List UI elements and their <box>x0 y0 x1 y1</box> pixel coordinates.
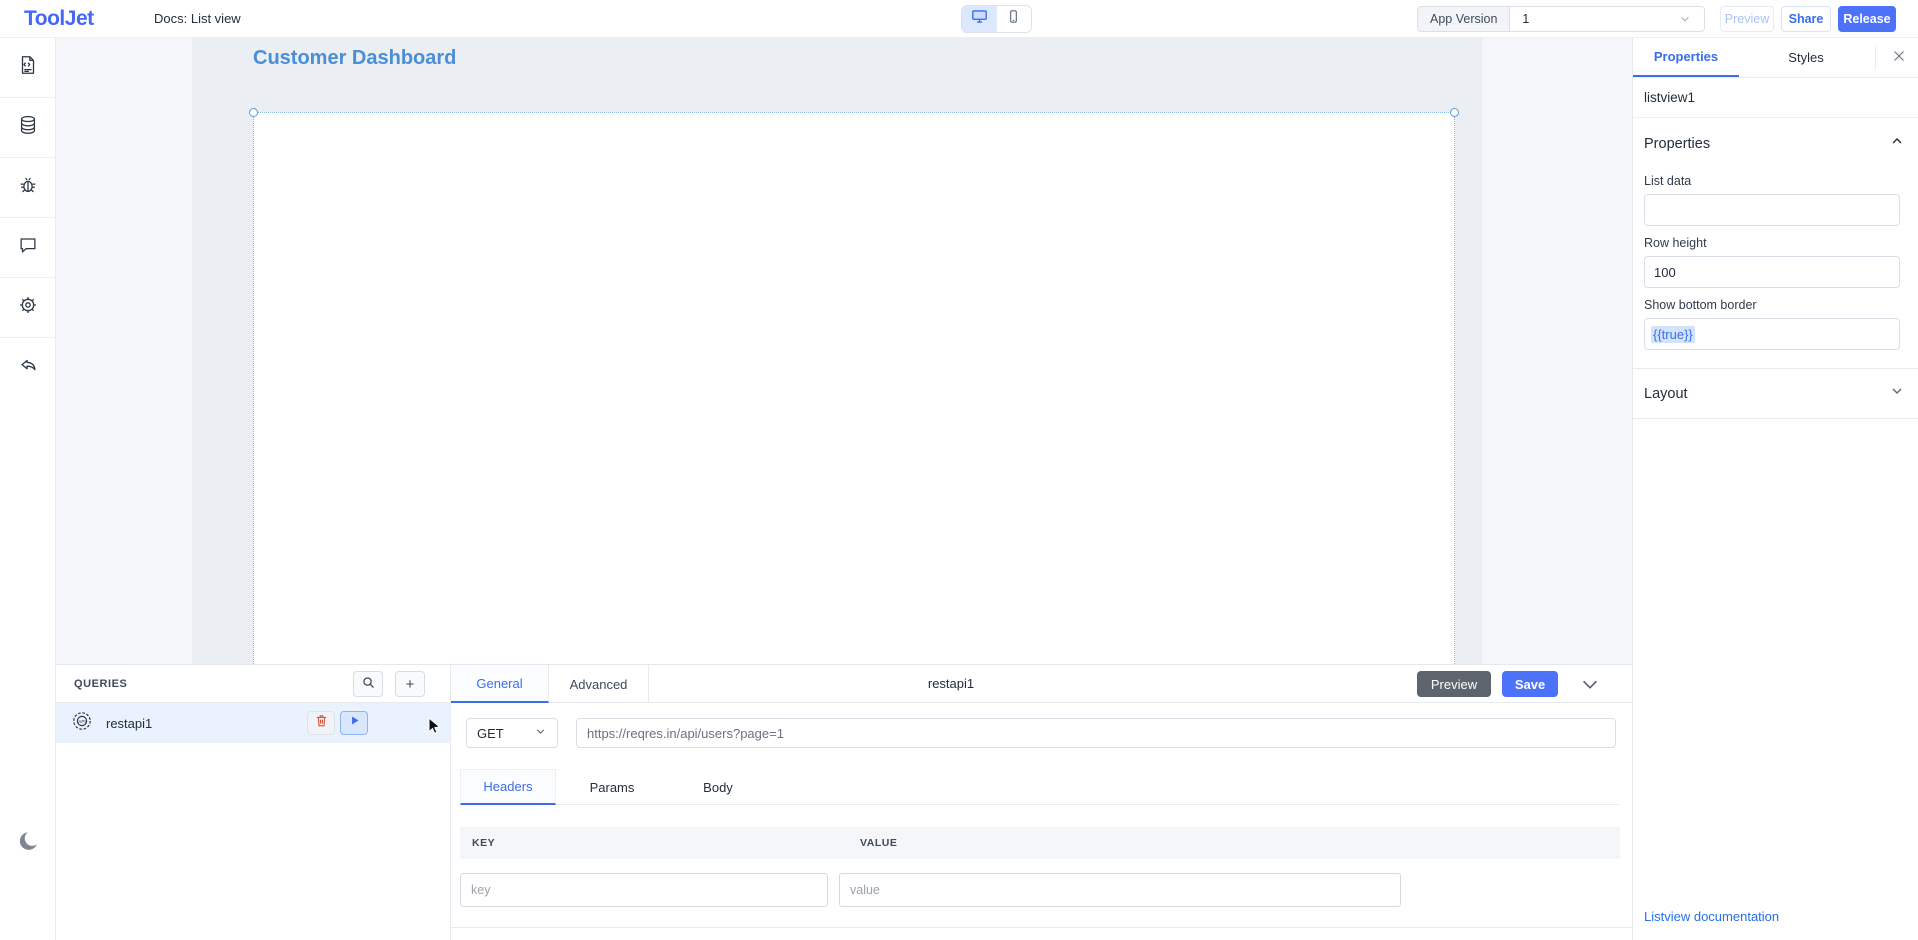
listview-widget-selected[interactable] <box>253 112 1455 664</box>
share-button[interactable]: Share <box>1781 6 1831 32</box>
desktop-mode-button[interactable] <box>962 6 997 32</box>
show-bottom-border-input[interactable]: {{true}} <box>1644 318 1900 350</box>
query-editor-tabbar: General Advanced restapi1 Preview Save <box>451 665 1632 703</box>
row-height-label: Row height <box>1644 236 1918 250</box>
http-method-select[interactable]: GET <box>466 718 558 748</box>
key-column-header: KEY <box>472 837 495 849</box>
tooljet-logo[interactable]: ToolJet <box>24 7 94 31</box>
editor-divider <box>451 927 1632 928</box>
tab-properties[interactable]: Properties <box>1633 38 1739 77</box>
widget-inspector-panel: Properties Styles listview1 Properties L… <box>1632 38 1918 940</box>
layout-section-title: Layout <box>1644 386 1688 402</box>
sidebar-item-leave-editor[interactable] <box>0 338 56 398</box>
query-name-label: restapi1 <box>106 716 152 731</box>
query-preview-button[interactable]: Preview <box>1417 671 1491 697</box>
header-key-input[interactable] <box>460 873 828 907</box>
query-list-panel: QUERIES + API restapi1 <box>56 665 451 940</box>
query-editor-name: restapi1 <box>928 676 974 691</box>
resize-handle-top-right[interactable] <box>1450 108 1459 117</box>
add-query-button[interactable]: + <box>395 671 425 697</box>
plus-icon: + <box>406 676 415 693</box>
selected-widget-name: listview1 <box>1644 90 1695 105</box>
chevron-down-icon <box>1889 383 1905 404</box>
close-icon[interactable] <box>1890 47 1908 70</box>
play-icon <box>348 714 361 732</box>
query-panel: QUERIES + API restapi1 <box>56 664 1632 940</box>
run-query-button[interactable] <box>340 711 368 735</box>
headers-table-header: KEY VALUE <box>460 827 1620 859</box>
app-version-label: App Version <box>1417 6 1509 32</box>
moon-icon <box>16 829 40 858</box>
bug-icon <box>17 174 39 201</box>
preview-button[interactable]: Preview <box>1720 6 1774 32</box>
svg-text:API: API <box>78 718 85 723</box>
tab-styles[interactable]: Styles <box>1739 38 1873 77</box>
sidebar-item-pages[interactable] <box>0 38 56 98</box>
top-header: ToolJet Docs: List view App Version 1 <box>0 0 1918 38</box>
gear-icon <box>17 294 39 321</box>
app-canvas[interactable]: Customer Dashboard <box>192 38 1482 664</box>
list-data-label: List data <box>1644 174 1918 188</box>
chevron-down-icon <box>534 725 547 741</box>
pages-icon <box>17 54 39 81</box>
search-icon <box>361 675 376 694</box>
release-button[interactable]: Release <box>1838 6 1896 32</box>
subtab-body[interactable]: Body <box>668 769 768 805</box>
app-version-group: App Version 1 <box>1417 6 1705 32</box>
mobile-mode-button[interactable] <box>997 6 1032 32</box>
back-arrow-icon <box>17 355 39 382</box>
http-method-value: GET <box>477 726 504 741</box>
query-list-item[interactable]: API restapi1 <box>56 703 450 743</box>
rest-api-query-icon: API <box>70 709 94 738</box>
show-bottom-border-label: Show bottom border <box>1644 298 1918 312</box>
query-search-button[interactable] <box>353 671 383 697</box>
tab-general[interactable]: General <box>451 665 549 703</box>
collapse-query-panel-icon[interactable] <box>1579 673 1601 700</box>
resize-handle-top-left[interactable] <box>249 108 258 117</box>
query-save-button[interactable]: Save <box>1502 671 1558 697</box>
list-data-input[interactable] <box>1644 194 1900 226</box>
row-height-input[interactable] <box>1644 256 1900 288</box>
value-column-header: VALUE <box>860 837 897 849</box>
queries-title: QUERIES <box>74 678 127 690</box>
divider <box>1875 46 1876 70</box>
selected-widget-name-row[interactable]: listview1 <box>1633 78 1918 118</box>
tab-advanced[interactable]: Advanced <box>549 665 649 703</box>
mobile-icon <box>1005 8 1022 30</box>
comment-icon <box>17 234 39 261</box>
sidebar-item-datasources[interactable] <box>0 98 56 158</box>
delete-query-button[interactable] <box>307 711 335 735</box>
request-url-input[interactable] <box>576 718 1616 748</box>
dark-mode-toggle[interactable] <box>0 829 56 858</box>
query-editor: General Advanced restapi1 Preview Save G… <box>451 665 1632 940</box>
subtab-headers[interactable]: Headers <box>460 769 556 805</box>
app-version-select[interactable]: 1 <box>1509 6 1705 32</box>
app-version-value: 1 <box>1522 12 1529 26</box>
code-value: {{true}} <box>1651 326 1695 343</box>
database-icon <box>17 114 39 141</box>
device-mode-toggle <box>961 5 1032 33</box>
sidebar-item-settings[interactable] <box>0 278 56 338</box>
app-name-label[interactable]: Docs: List view <box>154 11 241 26</box>
sidebar-item-debugger[interactable] <box>0 158 56 218</box>
left-sidebar <box>0 38 56 940</box>
desktop-icon <box>970 7 989 31</box>
listview-documentation-link[interactable]: Listview documentation <box>1644 909 1779 924</box>
text-widget-customer-dashboard[interactable]: Customer Dashboard <box>253 47 456 70</box>
request-subtabs: Headers Params Body <box>460 769 1620 805</box>
properties-section-header[interactable]: Properties <box>1633 118 1918 164</box>
inspector-tabbar: Properties Styles <box>1633 38 1918 78</box>
tooljet-app-builder: ToolJet Docs: List view App Version 1 <box>0 0 1918 940</box>
trash-icon <box>314 713 329 733</box>
subtab-params[interactable]: Params <box>556 769 668 805</box>
sidebar-item-comments[interactable] <box>0 218 56 278</box>
layout-section-header[interactable]: Layout <box>1633 369 1918 419</box>
canvas-background: Customer Dashboard <box>56 38 1632 664</box>
properties-section-title: Properties <box>1644 136 1710 152</box>
query-list-header: QUERIES + <box>56 665 450 703</box>
chevron-down-icon <box>1678 12 1692 26</box>
chevron-up-icon <box>1889 133 1905 154</box>
header-value-input[interactable] <box>839 873 1401 907</box>
